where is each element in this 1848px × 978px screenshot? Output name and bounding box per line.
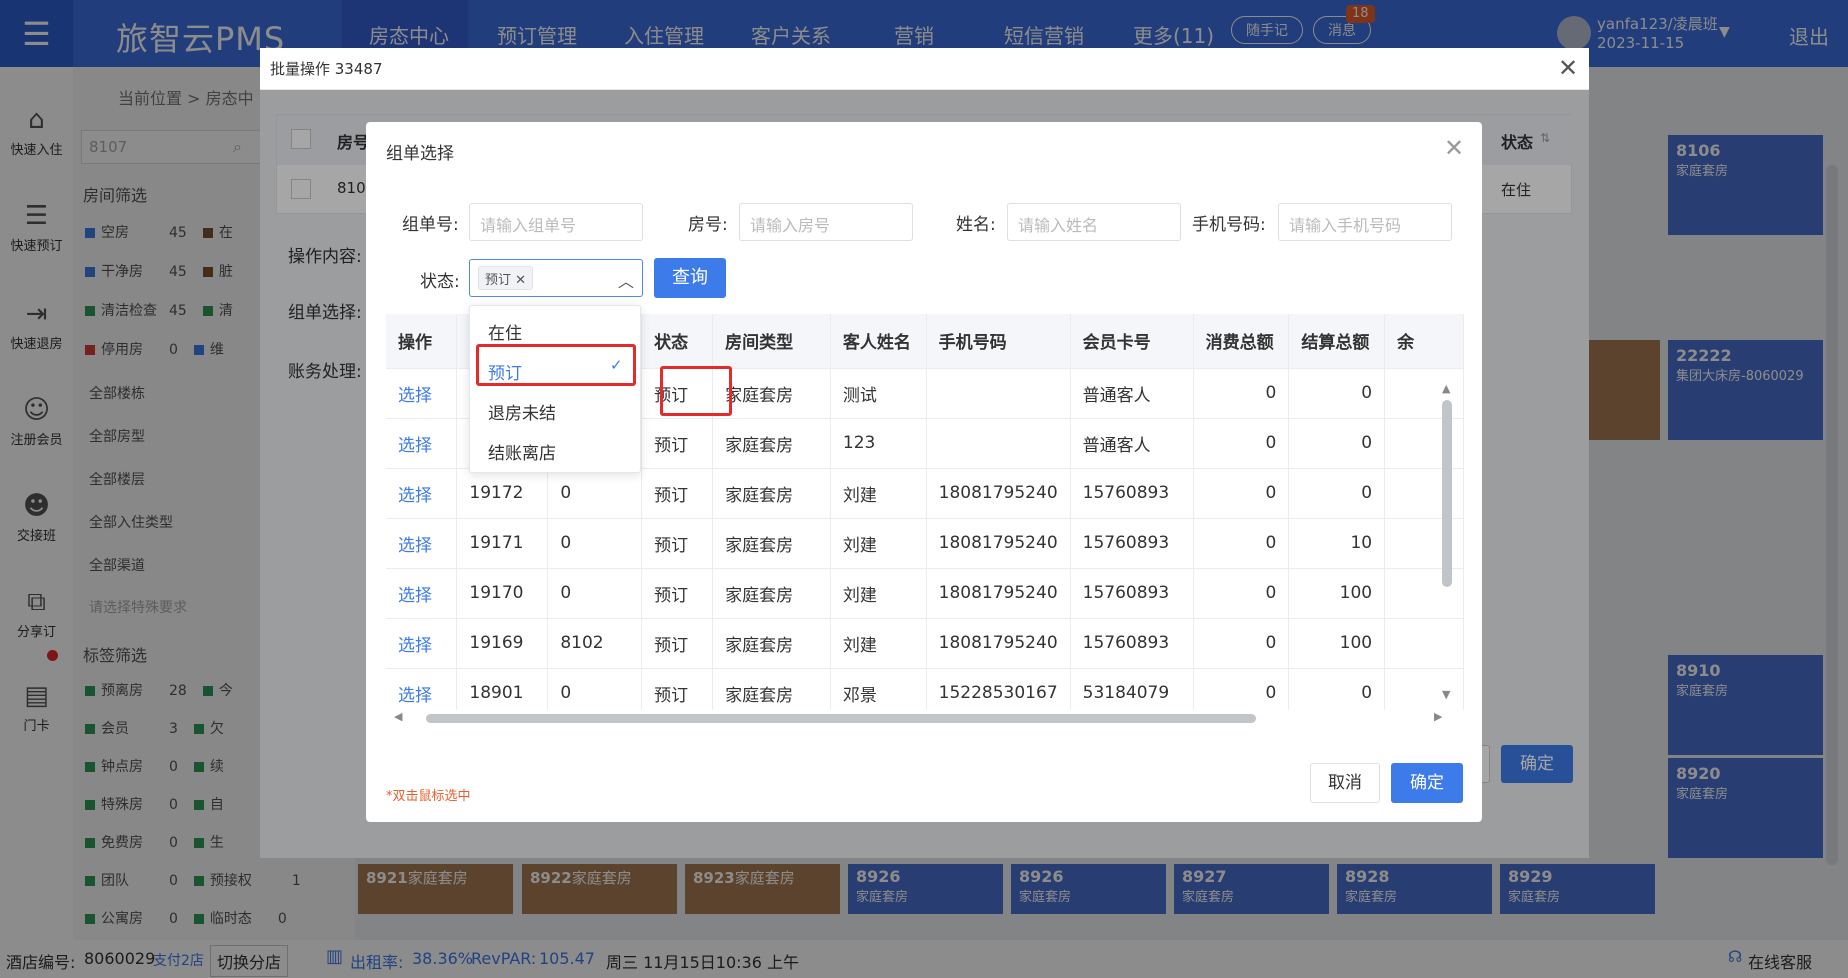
highlight-box [660, 366, 732, 416]
col-balance: 余 [1384, 314, 1464, 369]
chevron-up-icon: ︿ [618, 272, 635, 291]
select-link[interactable]: 选择 [386, 368, 458, 419]
table-row[interactable]: 选择 19171 0 预订 家庭套房 刘建 18081795240 15760893 0 10 [386, 518, 1464, 569]
scroll-left-icon[interactable]: ◀ [394, 710, 402, 723]
close-icon[interactable]: ✕ [1444, 134, 1464, 162]
group-no-label: 组单号: [402, 215, 459, 235]
scroll-up-icon[interactable]: ▲ [1442, 382, 1450, 395]
highlight-box [476, 344, 636, 386]
tag-close-icon[interactable]: ✕ [515, 273, 526, 288]
scroll-down-icon[interactable]: ▼ [1442, 688, 1450, 701]
select-link[interactable]: 选择 [386, 618, 458, 669]
horizontal-scroll-thumb[interactable] [426, 714, 1256, 723]
room-no-label: 房号: [688, 215, 728, 235]
batch-dialog-header: 批量操作 33487 ✕ [260, 48, 1589, 90]
select-link[interactable]: 选择 [386, 468, 458, 519]
query-button[interactable]: 查询 [654, 258, 726, 298]
col-action: 操作 [386, 314, 458, 369]
select-link[interactable]: 选择 [386, 418, 458, 469]
col-guest-name: 客人姓名 [830, 314, 927, 369]
col-member-card: 会员卡号 [1070, 314, 1194, 369]
option-checkout-unsettled[interactable]: 退房未结 [470, 391, 640, 429]
cancel-button[interactable]: 取消 [1310, 763, 1380, 803]
room-no-input[interactable]: 请输入房号 [739, 203, 913, 241]
table-row[interactable]: 选择 19170 0 预订 家庭套房 刘建 18081795240 15760893 0 100 [386, 568, 1464, 619]
col-room-type: 房间类型 [712, 314, 831, 369]
batch-dialog-title: 批量操作 33487 [270, 60, 383, 78]
col-consumption: 消费总额 [1193, 314, 1290, 369]
group-no-input[interactable]: 请输入组单号 [469, 203, 643, 241]
status-tag: 预订 ✕ [478, 266, 534, 290]
table-row[interactable]: 选择 19172 0 预订 家庭套房 刘建 18081795240 15760893 0 0 [386, 468, 1464, 519]
name-label: 姓名: [956, 215, 996, 235]
vertical-scrollbar[interactable] [1442, 400, 1452, 587]
select-link[interactable]: 选择 [386, 518, 458, 569]
status-dropdown: 在住 预订 ✓ 退房未结 结账离店 [469, 305, 641, 473]
col-status: 状态 [641, 314, 714, 369]
double-click-hint: *双击鼠标选中 [386, 789, 471, 804]
group-dialog-title: 组单选择 [386, 144, 454, 164]
col-phone: 手机号码 [926, 314, 1071, 369]
status-label: 状态: [420, 272, 460, 292]
confirm-button[interactable]: 确定 [1391, 763, 1463, 803]
phone-label: 手机号码: [1192, 215, 1266, 235]
col-settlement: 结算总额 [1288, 314, 1386, 369]
close-icon[interactable]: ✕ [1558, 54, 1578, 82]
scroll-right-icon[interactable]: ▶ [1434, 710, 1442, 723]
table-row[interactable]: 选择 19169 8102 预订 家庭套房 刘建 18081795240 15760893 0 1… [386, 618, 1464, 669]
option-checked-out[interactable]: 结账离店 [470, 431, 640, 469]
status-select[interactable]: 预订 ✕ ︿ [469, 259, 643, 297]
select-link[interactable]: 选择 [386, 568, 458, 619]
horizontal-scrollbar[interactable]: ◀ ▶ [386, 710, 1464, 726]
phone-input[interactable]: 请输入手机号码 [1278, 203, 1452, 241]
name-input[interactable]: 请输入姓名 [1007, 203, 1181, 241]
